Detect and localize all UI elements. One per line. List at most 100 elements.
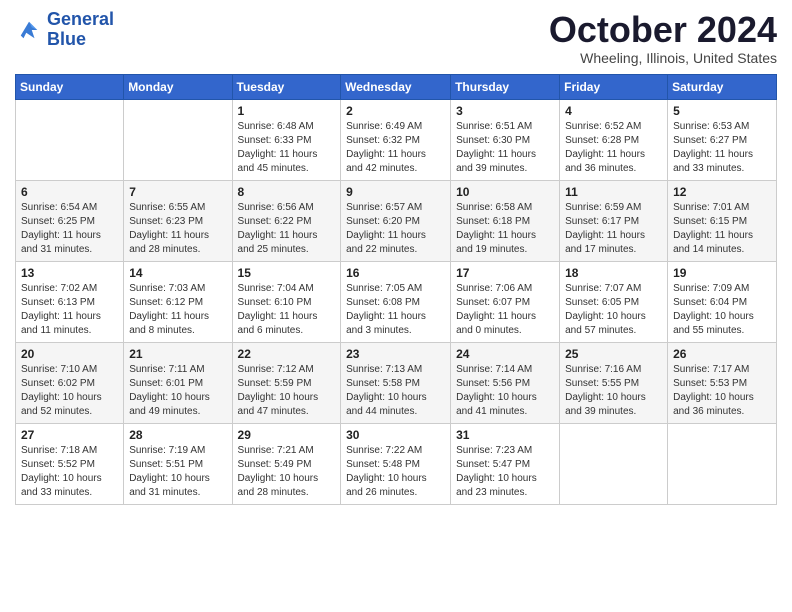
day-number: 18 xyxy=(565,266,662,280)
day-number: 24 xyxy=(456,347,554,361)
day-info: Sunrise: 7:19 AM Sunset: 5:51 PM Dayligh… xyxy=(129,444,226,500)
weekday-header-sunday: Sunday xyxy=(16,74,124,99)
day-info: Sunrise: 6:48 AM Sunset: 6:33 PM Dayligh… xyxy=(238,120,336,176)
day-cell xyxy=(560,423,668,504)
day-cell: 16 Sunrise: 7:05 AM Sunset: 6:08 PM Dayli… xyxy=(341,261,451,342)
day-info: Sunrise: 7:12 AM Sunset: 5:59 PM Dayligh… xyxy=(238,363,336,419)
day-number: 28 xyxy=(129,428,226,442)
week-row-3: 20 Sunrise: 7:10 AM Sunset: 6:02 PM Dayli… xyxy=(16,342,777,423)
day-cell: 23Sunrise: 7:13 AM Sunset: 5:58 PM Dayli… xyxy=(341,342,451,423)
day-cell: 8 Sunrise: 6:56 AM Sunset: 6:22 PM Daylig… xyxy=(232,180,341,261)
day-info: Sunrise: 7:18 AM Sunset: 5:52 PM Dayligh… xyxy=(21,444,118,500)
day-cell xyxy=(668,423,777,504)
day-number: 2 xyxy=(346,104,445,118)
day-info: Sunrise: 6:57 AM Sunset: 6:20 PM Dayligh… xyxy=(346,201,445,257)
day-number: 22 xyxy=(238,347,336,361)
day-number: 30 xyxy=(346,428,445,442)
page: General Blue October 2024 Wheeling, Illi… xyxy=(0,0,792,515)
day-info: Sunrise: 6:53 AM Sunset: 6:27 PM Dayligh… xyxy=(673,120,771,176)
day-info: Sunrise: 6:52 AM Sunset: 6:28 PM Dayligh… xyxy=(565,120,662,176)
weekday-header-saturday: Saturday xyxy=(668,74,777,99)
day-info: Sunrise: 6:54 AM Sunset: 6:25 PM Dayligh… xyxy=(21,201,118,257)
day-number: 26 xyxy=(673,347,771,361)
day-info: Sunrise: 6:51 AM Sunset: 6:30 PM Dayligh… xyxy=(456,120,554,176)
day-cell xyxy=(16,99,124,180)
day-cell: 1 Sunrise: 6:48 AM Sunset: 6:33 PM Daylig… xyxy=(232,99,341,180)
day-cell: 30 Sunrise: 7:22 AM Sunset: 5:48 PM Dayli… xyxy=(341,423,451,504)
calendar-table: SundayMondayTuesdayWednesdayThursdayFrid… xyxy=(15,74,777,505)
month-title: October 2024 xyxy=(549,10,777,50)
day-info: Sunrise: 7:09 AM Sunset: 6:04 PM Dayligh… xyxy=(673,282,771,338)
day-cell: 10Sunrise: 6:58 AM Sunset: 6:18 PM Dayli… xyxy=(451,180,560,261)
week-row-4: 27 Sunrise: 7:18 AM Sunset: 5:52 PM Dayli… xyxy=(16,423,777,504)
day-info: Sunrise: 6:58 AM Sunset: 6:18 PM Dayligh… xyxy=(456,201,554,257)
day-cell: 22 Sunrise: 7:12 AM Sunset: 5:59 PM Dayli… xyxy=(232,342,341,423)
day-cell: 20 Sunrise: 7:10 AM Sunset: 6:02 PM Dayli… xyxy=(16,342,124,423)
day-number: 6 xyxy=(21,185,118,199)
day-cell: 2Sunrise: 6:49 AM Sunset: 6:32 PM Daylig… xyxy=(341,99,451,180)
day-number: 15 xyxy=(238,266,336,280)
day-cell: 13 Sunrise: 7:02 AM Sunset: 6:13 PM Dayli… xyxy=(16,261,124,342)
day-info: Sunrise: 7:11 AM Sunset: 6:01 PM Dayligh… xyxy=(129,363,226,419)
day-number: 20 xyxy=(21,347,118,361)
day-info: Sunrise: 7:17 AM Sunset: 5:53 PM Dayligh… xyxy=(673,363,771,419)
day-info: Sunrise: 7:03 AM Sunset: 6:12 PM Dayligh… xyxy=(129,282,226,338)
logo-line2: Blue xyxy=(47,30,114,50)
day-info: Sunrise: 7:13 AM Sunset: 5:58 PM Dayligh… xyxy=(346,363,445,419)
day-info: Sunrise: 7:23 AM Sunset: 5:47 PM Dayligh… xyxy=(456,444,554,500)
weekday-header-friday: Friday xyxy=(560,74,668,99)
day-cell: 26 Sunrise: 7:17 AM Sunset: 5:53 PM Dayli… xyxy=(668,342,777,423)
day-info: Sunrise: 7:02 AM Sunset: 6:13 PM Dayligh… xyxy=(21,282,118,338)
week-row-2: 13 Sunrise: 7:02 AM Sunset: 6:13 PM Dayli… xyxy=(16,261,777,342)
day-cell: 28 Sunrise: 7:19 AM Sunset: 5:51 PM Dayli… xyxy=(124,423,232,504)
location: Wheeling, Illinois, United States xyxy=(549,50,777,66)
day-number: 27 xyxy=(21,428,118,442)
day-cell: 27 Sunrise: 7:18 AM Sunset: 5:52 PM Dayli… xyxy=(16,423,124,504)
logo-text: General Blue xyxy=(47,10,114,50)
day-info: Sunrise: 7:10 AM Sunset: 6:02 PM Dayligh… xyxy=(21,363,118,419)
day-number: 9 xyxy=(346,185,445,199)
day-cell: 9 Sunrise: 6:57 AM Sunset: 6:20 PM Daylig… xyxy=(341,180,451,261)
day-info: Sunrise: 6:55 AM Sunset: 6:23 PM Dayligh… xyxy=(129,201,226,257)
day-number: 16 xyxy=(346,266,445,280)
day-number: 4 xyxy=(565,104,662,118)
day-number: 25 xyxy=(565,347,662,361)
day-cell: 6 Sunrise: 6:54 AM Sunset: 6:25 PM Daylig… xyxy=(16,180,124,261)
logo-line1: General xyxy=(47,9,114,29)
day-number: 1 xyxy=(238,104,336,118)
day-number: 5 xyxy=(673,104,771,118)
day-number: 14 xyxy=(129,266,226,280)
week-row-1: 6 Sunrise: 6:54 AM Sunset: 6:25 PM Daylig… xyxy=(16,180,777,261)
day-info: Sunrise: 7:05 AM Sunset: 6:08 PM Dayligh… xyxy=(346,282,445,338)
weekday-header-row: SundayMondayTuesdayWednesdayThursdayFrid… xyxy=(16,74,777,99)
logo-icon xyxy=(15,19,43,41)
weekday-header-tuesday: Tuesday xyxy=(232,74,341,99)
day-info: Sunrise: 6:56 AM Sunset: 6:22 PM Dayligh… xyxy=(238,201,336,257)
day-info: Sunrise: 7:01 AM Sunset: 6:15 PM Dayligh… xyxy=(673,201,771,257)
day-info: Sunrise: 7:21 AM Sunset: 5:49 PM Dayligh… xyxy=(238,444,336,500)
day-number: 11 xyxy=(565,185,662,199)
day-cell: 12 Sunrise: 7:01 AM Sunset: 6:15 PM Dayli… xyxy=(668,180,777,261)
day-info: Sunrise: 7:22 AM Sunset: 5:48 PM Dayligh… xyxy=(346,444,445,500)
day-cell: 29Sunrise: 7:21 AM Sunset: 5:49 PM Dayli… xyxy=(232,423,341,504)
day-cell: 15 Sunrise: 7:04 AM Sunset: 6:10 PM Dayli… xyxy=(232,261,341,342)
logo-area: General Blue xyxy=(15,10,114,50)
day-number: 12 xyxy=(673,185,771,199)
weekday-header-thursday: Thursday xyxy=(451,74,560,99)
day-number: 8 xyxy=(238,185,336,199)
day-cell: 24Sunrise: 7:14 AM Sunset: 5:56 PM Dayli… xyxy=(451,342,560,423)
day-cell: 21Sunrise: 7:11 AM Sunset: 6:01 PM Dayli… xyxy=(124,342,232,423)
week-row-0: 1 Sunrise: 6:48 AM Sunset: 6:33 PM Daylig… xyxy=(16,99,777,180)
day-info: Sunrise: 6:59 AM Sunset: 6:17 PM Dayligh… xyxy=(565,201,662,257)
day-info: Sunrise: 7:06 AM Sunset: 6:07 PM Dayligh… xyxy=(456,282,554,338)
day-cell: 11 Sunrise: 6:59 AM Sunset: 6:17 PM Dayli… xyxy=(560,180,668,261)
weekday-header-wednesday: Wednesday xyxy=(341,74,451,99)
day-number: 13 xyxy=(21,266,118,280)
weekday-header-monday: Monday xyxy=(124,74,232,99)
day-cell: 5 Sunrise: 6:53 AM Sunset: 6:27 PM Daylig… xyxy=(668,99,777,180)
day-info: Sunrise: 7:07 AM Sunset: 6:05 PM Dayligh… xyxy=(565,282,662,338)
day-cell: 25Sunrise: 7:16 AM Sunset: 5:55 PM Dayli… xyxy=(560,342,668,423)
day-cell xyxy=(124,99,232,180)
day-number: 3 xyxy=(456,104,554,118)
day-info: Sunrise: 7:04 AM Sunset: 6:10 PM Dayligh… xyxy=(238,282,336,338)
